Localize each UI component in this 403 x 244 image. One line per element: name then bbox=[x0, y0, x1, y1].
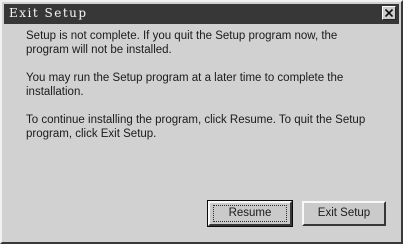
message-instructions: To continue installing the program, clic… bbox=[26, 114, 366, 140]
resume-button-label: Resume bbox=[228, 207, 272, 219]
exit-setup-dialog: Exit Setup Setup is not complete. If you… bbox=[0, 0, 403, 244]
window-title: Exit Setup bbox=[9, 6, 88, 20]
exit-setup-button[interactable]: Exit Setup bbox=[302, 201, 386, 226]
title-bar[interactable]: Exit Setup bbox=[4, 4, 399, 24]
message-not-complete: Setup is not complete. If you quit the S… bbox=[26, 30, 338, 56]
close-icon bbox=[385, 9, 393, 17]
exit-setup-button-label: Exit Setup bbox=[317, 207, 371, 219]
message-run-later: You may run the Setup program at a later… bbox=[26, 72, 344, 98]
resume-button[interactable]: Resume bbox=[207, 200, 293, 227]
close-button[interactable] bbox=[382, 6, 396, 20]
